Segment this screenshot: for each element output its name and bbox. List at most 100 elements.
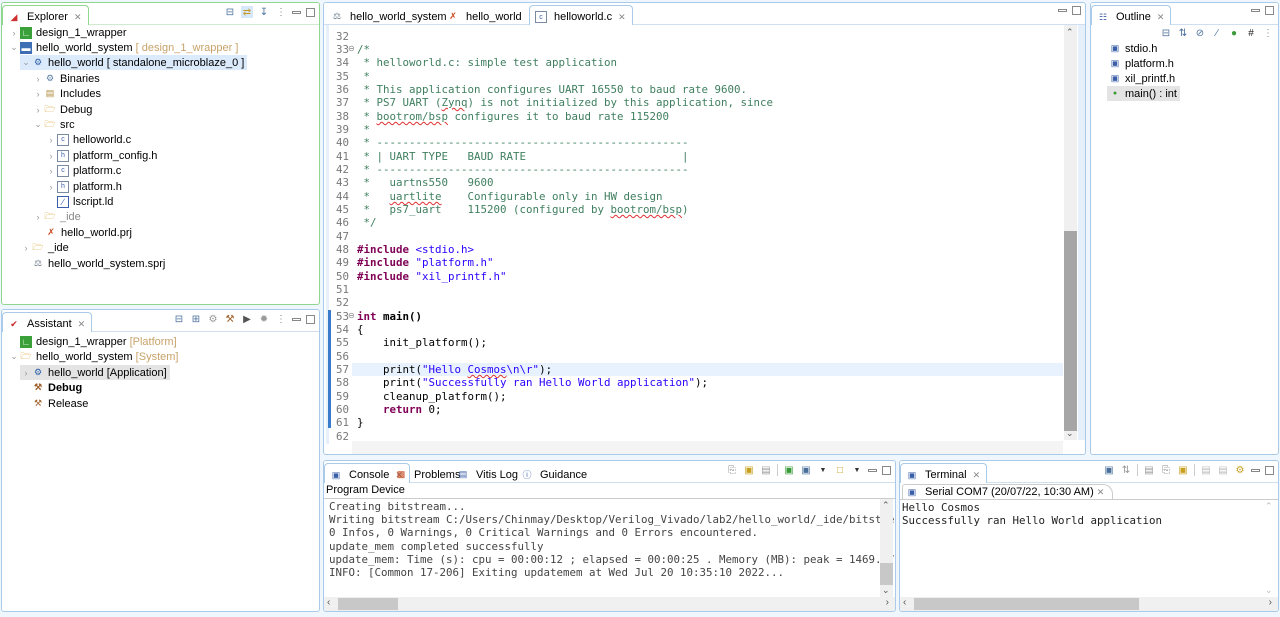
tab-vitis-log[interactable]: ▤ Vitis Log — [452, 463, 524, 483]
outline-item-main[interactable]: ● main() : int — [1107, 86, 1180, 101]
copy-icon[interactable]: ▤ — [1200, 464, 1212, 476]
chevron-right-icon[interactable]: › — [32, 74, 44, 84]
minimize-icon[interactable] — [868, 468, 877, 472]
chevron-right-icon[interactable]: › — [45, 166, 57, 176]
maximize-icon[interactable] — [306, 7, 315, 17]
assistant-item-release[interactable]: ⚒ Release — [32, 396, 88, 411]
terminal-horizontal-scrollbar[interactable]: ‹ › — [900, 597, 1278, 611]
hide-non-public-icon[interactable]: ● — [1228, 27, 1240, 39]
disconnect-icon[interactable]: ⎘ — [1160, 464, 1172, 476]
editor-vertical-scrollbar[interactable]: ⌃ ⌄ — [1064, 25, 1077, 440]
chevron-down-icon[interactable]: ⌄ — [20, 57, 32, 68]
console-output[interactable]: Creating bitstream... Writing bitstream … — [324, 498, 895, 611]
chevron-down-icon[interactable]: ⌄ — [8, 351, 20, 362]
scroll-left-icon[interactable]: ‹ — [327, 597, 330, 608]
close-icon[interactable]: ✕ — [618, 12, 626, 23]
assistant-item-hello-world-system[interactable]: ⌄ 🗁 hello_world_system [System] — [8, 349, 178, 364]
expand-all-icon[interactable]: ⊞ — [190, 313, 202, 325]
maximize-icon[interactable] — [306, 314, 315, 324]
chevron-down-icon[interactable]: ⌄ — [8, 42, 20, 53]
sort-icon[interactable]: ⇅ — [1177, 27, 1189, 39]
minimize-icon[interactable] — [292, 317, 301, 321]
scrollbar-thumb[interactable] — [880, 563, 893, 585]
minimize-icon[interactable] — [292, 10, 301, 14]
fold-toggle-icon[interactable]: ⊖ — [348, 44, 355, 53]
close-icon[interactable]: ✕ — [78, 319, 86, 330]
scroll-right-icon[interactable]: › — [886, 597, 889, 608]
scroll-right-icon[interactable]: › — [1269, 597, 1272, 608]
maximize-icon[interactable] — [1265, 465, 1274, 475]
fold-toggle-icon[interactable]: ⊖ — [348, 311, 355, 320]
scroll-down-icon[interactable]: ⌄ — [882, 585, 890, 596]
tree-item-hello-world-system-sprj[interactable]: ⚖ hello_world_system.sprj — [32, 256, 165, 271]
chevron-right-icon[interactable]: › — [32, 212, 44, 222]
tree-item-src-folder[interactable]: ⌄ 🗁 src — [32, 117, 74, 132]
chevron-right-icon[interactable]: › — [8, 28, 20, 38]
tab-helloworld-c[interactable]: c helloworld.c ✕ — [529, 5, 633, 25]
view-menu-icon[interactable]: ⋮ — [275, 313, 287, 325]
link-with-editor-icon[interactable]: ⇄ — [241, 6, 253, 18]
maximize-icon[interactable] — [882, 465, 891, 475]
maximize-icon[interactable] — [1265, 6, 1274, 15]
tree-item-design-1-wrapper[interactable]: › ∟ design_1_wrapper — [8, 25, 127, 40]
debug-icon[interactable]: ✹ — [258, 313, 270, 325]
close-icon[interactable]: ✕ — [973, 470, 981, 481]
assistant-item-design-1-wrapper[interactable]: ∟ design_1_wrapper [Platform] — [20, 334, 177, 349]
word-wrap-icon[interactable]: ▤ — [760, 464, 772, 476]
pin-console-icon[interactable]: ▣ — [783, 464, 795, 476]
scroll-lock-icon[interactable]: ▣ — [743, 464, 755, 476]
chevron-right-icon[interactable]: › — [45, 135, 57, 145]
collapse-all-icon[interactable]: ⊟ — [224, 6, 236, 18]
terminal-session-tab[interactable]: ▣ Serial COM7 (20/07/22, 10:30 AM) ✕ — [902, 484, 1114, 499]
close-icon[interactable]: ✕ — [1097, 487, 1105, 498]
scroll-up-icon[interactable]: ⌃ — [1265, 501, 1273, 512]
scrollbar-thumb[interactable] — [338, 598, 398, 610]
display-console-icon[interactable]: ▣ — [800, 464, 812, 476]
terminal-vertical-scrollbar[interactable]: ⌃ ⌄ — [1263, 500, 1276, 597]
scrollbar-thumb[interactable] — [914, 598, 1139, 610]
open-terminal-icon[interactable]: ▣ — [1103, 464, 1115, 476]
console-vertical-scrollbar[interactable]: ⌃ ⌄ — [880, 499, 893, 597]
tree-item-platform-config-h[interactable]: › h platform_config.h — [45, 148, 157, 163]
code-editor[interactable]: 32 33 34 35 36 37 38 39 40 41 42 43 44 4… — [324, 25, 1085, 454]
open-console-icon[interactable]: □ — [834, 464, 846, 476]
view-menu-icon[interactable]: ⋮ — [275, 6, 287, 18]
console-horizontal-scrollbar[interactable]: ‹ › — [324, 597, 895, 611]
scroll-left-icon[interactable]: ‹ — [903, 597, 906, 608]
collapse-all-icon[interactable]: ⊟ — [1160, 27, 1172, 39]
tree-item-lscript-ld[interactable]: ∕ lscript.ld — [57, 194, 113, 209]
import-icon[interactable]: ↧ — [258, 6, 270, 18]
close-icon[interactable]: ✕ — [1157, 12, 1165, 23]
tab-guidance[interactable]: ⓘ Guidance — [516, 463, 593, 483]
collapse-all-icon[interactable]: ⊟ — [173, 313, 185, 325]
scroll-up-icon[interactable]: ⌃ — [1066, 27, 1074, 38]
chevron-right-icon[interactable]: › — [20, 368, 32, 378]
tab-explorer[interactable]: ◢ Explorer ✕ — [2, 5, 89, 25]
scroll-down-icon[interactable]: ⌄ — [1066, 428, 1074, 439]
dropdown-arrow-icon[interactable]: ▼ — [851, 464, 863, 476]
view-menu-icon[interactable]: ⋮ — [1262, 27, 1274, 39]
editor-horizontal-scrollbar[interactable] — [352, 441, 1063, 454]
tab-hello-world[interactable]: ✗ hello_world — [442, 5, 528, 25]
hide-static-icon[interactable]: ∕ — [1211, 27, 1223, 39]
toggle-command-input-icon[interactable]: ⇅ — [1120, 464, 1132, 476]
chevron-right-icon[interactable]: › — [45, 151, 57, 161]
settings-icon[interactable]: ⚙ — [1234, 464, 1246, 476]
tree-item-hello-world-system[interactable]: ⌄ ▬ hello_world_system [ design_1_wrappe… — [8, 40, 238, 55]
chevron-right-icon[interactable]: › — [32, 89, 44, 99]
tree-item-debug-folder[interactable]: › 🗁 Debug — [32, 102, 93, 117]
outline-item-stdio-h[interactable]: ▣ stdio.h — [1109, 41, 1158, 56]
tree-item-ide-folder-system[interactable]: › 🗁 _ide — [20, 240, 69, 255]
assistant-item-debug[interactable]: ⚒ Debug — [32, 380, 82, 395]
outline-item-xil-printf-h[interactable]: ▣ xil_printf.h — [1109, 71, 1175, 86]
scrollbar-thumb[interactable] — [1064, 231, 1077, 431]
settings-icon[interactable]: ⚙ — [207, 313, 219, 325]
chevron-right-icon[interactable]: › — [20, 243, 32, 253]
paste-icon[interactable]: ▤ — [1217, 464, 1229, 476]
tree-item-helloworld-c[interactable]: › c helloworld.c — [45, 132, 131, 147]
clear-terminal-icon[interactable]: ▤ — [1143, 464, 1155, 476]
tab-hello-world-system[interactable]: ⚖ hello_world_system — [326, 5, 453, 25]
chevron-right-icon[interactable]: › — [45, 182, 57, 192]
tree-item-platform-h[interactable]: › h platform.h — [45, 179, 122, 194]
tree-item-includes[interactable]: › ▤ Includes — [32, 86, 101, 101]
